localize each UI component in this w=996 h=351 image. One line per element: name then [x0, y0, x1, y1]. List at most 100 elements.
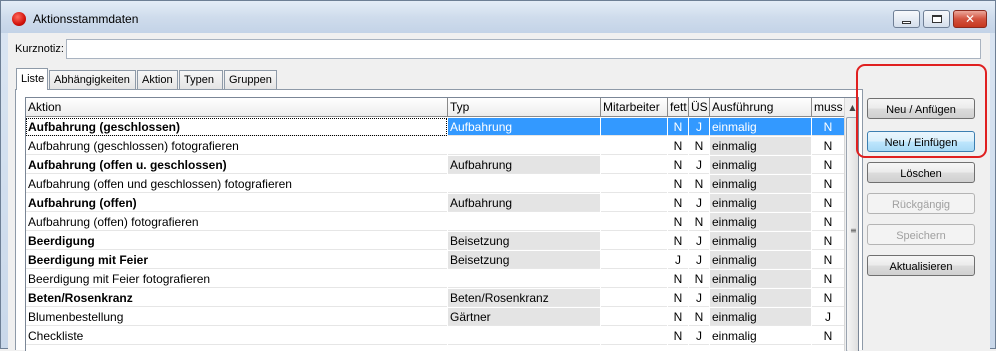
cell-muss[interactable]: N [812, 156, 844, 174]
cell-us[interactable]: J [689, 289, 709, 307]
cell-ausfuehrung[interactable]: einmalig [710, 232, 811, 250]
neu-einfuegen-button[interactable]: Neu / Einfügen [867, 131, 975, 152]
cell-fett[interactable]: N [668, 194, 688, 212]
cell-mitarbeiter[interactable] [601, 175, 667, 193]
cell-fett[interactable]: N [668, 137, 688, 155]
cell-mitarbeiter[interactable] [601, 118, 667, 136]
cell-us[interactable]: N [689, 137, 709, 155]
close-button[interactable]: ✕ [953, 10, 987, 28]
cell-typ[interactable] [448, 175, 600, 193]
cell-ausfuehrung[interactable]: einmalig [710, 213, 811, 231]
cell-fett[interactable]: N [668, 118, 688, 136]
loeschen-button[interactable]: Löschen [867, 162, 975, 183]
cell-mitarbeiter[interactable] [601, 251, 667, 269]
cell-muss[interactable]: N [812, 289, 844, 307]
col-header-muss[interactable]: muss [812, 98, 844, 117]
cell-us[interactable]: J [689, 327, 709, 345]
neu-anfuegen-button[interactable]: Neu / Anfügen [867, 98, 975, 119]
cell-aktion[interactable]: Aufbahrung (offen und geschlossen) fotog… [26, 175, 447, 193]
table-row[interactable]: Aufbahrung (geschlossen) fotografieren N N… [26, 137, 844, 156]
cell-aktion[interactable]: Aufbahrung (offen) [26, 194, 447, 212]
cell-muss[interactable]: N [812, 213, 844, 231]
table-row[interactable]: Aufbahrung (offen und geschlossen) fotog… [26, 175, 844, 194]
table-row[interactable]: Beerdigung Beisetzung N Jeinmalig N [26, 232, 844, 251]
cell-aktion[interactable]: Aufbahrung (offen u. geschlossen) [26, 156, 447, 174]
cell-typ[interactable]: Beisetzung [448, 232, 600, 250]
cell-typ[interactable]: Beten/Rosenkranz [448, 289, 600, 307]
cell-fett[interactable]: N [668, 289, 688, 307]
cell-typ[interactable]: Aufbahrung [448, 194, 600, 212]
cell-aktion[interactable]: Checkliste [26, 327, 447, 345]
col-header-ausfuehrung[interactable]: Ausführung [710, 98, 812, 117]
cell-us[interactable]: N [689, 213, 709, 231]
col-header-us[interactable]: ÜS [689, 98, 710, 117]
col-header-fett[interactable]: fett [668, 98, 689, 117]
cell-aktion[interactable]: Aufbahrung (geschlossen) fotografieren [26, 137, 447, 155]
table-row[interactable]: Beten/Rosenkranz Beten/Rosenkranz N Jeinmal… [26, 289, 844, 308]
cell-aktion[interactable]: Beerdigung [26, 232, 447, 250]
cell-typ[interactable]: Beisetzung [448, 251, 600, 269]
cell-ausfuehrung[interactable]: einmalig [710, 137, 811, 155]
cell-us[interactable]: J [689, 194, 709, 212]
tab-gruppen[interactable]: Gruppen [224, 70, 277, 89]
cell-ausfuehrung[interactable]: einmalig [710, 327, 811, 345]
maximize-button[interactable] [923, 10, 950, 28]
cell-ausfuehrung[interactable]: einmalig [710, 156, 811, 174]
table-row[interactable]: Aufbahrung (geschlossen) Aufbahrung N Jeinm… [26, 118, 844, 137]
cell-us[interactable]: J [689, 156, 709, 174]
cell-us[interactable]: J [689, 232, 709, 250]
cell-ausfuehrung[interactable]: einmalig [710, 289, 811, 307]
table-row[interactable]: Checkliste N Jeinmalig N [26, 327, 844, 346]
cell-typ[interactable]: Gärtner [448, 308, 600, 326]
cell-typ[interactable]: Aufbahrung [448, 156, 600, 174]
cell-fett[interactable]: J [668, 251, 688, 269]
col-header-aktion[interactable]: Aktion [26, 98, 448, 117]
cell-muss[interactable]: N [812, 327, 844, 345]
table-row[interactable]: Aufbahrung (offen) Aufbahrung N Jeinmalig N [26, 194, 844, 213]
cell-typ[interactable] [448, 270, 600, 288]
cell-muss[interactable]: N [812, 118, 844, 136]
table-row[interactable]: Aufbahrung (offen) fotografieren N Neinmal… [26, 213, 844, 232]
cell-fett[interactable]: N [668, 175, 688, 193]
cell-muss[interactable]: N [812, 137, 844, 155]
tab-typen[interactable]: Typen [179, 70, 223, 89]
cell-us[interactable]: N [689, 308, 709, 326]
cell-ausfuehrung[interactable]: einmalig [710, 118, 811, 136]
cell-muss[interactable]: J [812, 308, 844, 326]
cell-fett[interactable]: N [668, 232, 688, 250]
cell-mitarbeiter[interactable] [601, 194, 667, 212]
cell-typ[interactable] [448, 137, 600, 155]
cell-aktion[interactable]: Beerdigung mit Feier fotografieren [26, 270, 447, 288]
cell-mitarbeiter[interactable] [601, 232, 667, 250]
cell-aktion[interactable]: Blumenbestellung [26, 308, 447, 326]
cell-aktion[interactable]: Aufbahrung (offen) fotografieren [26, 213, 447, 231]
cell-ausfuehrung[interactable]: einmalig [710, 308, 811, 326]
cell-us[interactable]: J [689, 251, 709, 269]
cell-us[interactable]: N [689, 175, 709, 193]
cell-typ[interactable] [448, 213, 600, 231]
title-bar[interactable]: Aktionsstammdaten ✕ [1, 1, 995, 33]
cell-ausfuehrung[interactable]: einmalig [710, 270, 811, 288]
tab-liste[interactable]: Liste [16, 68, 48, 90]
col-header-typ[interactable]: Typ [448, 98, 601, 117]
cell-fett[interactable]: N [668, 308, 688, 326]
cell-mitarbeiter[interactable] [601, 270, 667, 288]
kurznotiz-input[interactable] [66, 39, 981, 59]
cell-mitarbeiter[interactable] [601, 289, 667, 307]
aktualisieren-button[interactable]: Aktualisieren [867, 255, 975, 276]
cell-typ[interactable]: Aufbahrung [448, 118, 600, 136]
minimize-button[interactable] [893, 10, 920, 28]
table-row[interactable]: Blumenbestellung Gärtner N Neinmalig J [26, 308, 844, 327]
cell-mitarbeiter[interactable] [601, 213, 667, 231]
cell-mitarbeiter[interactable] [601, 137, 667, 155]
cell-us[interactable]: N [689, 270, 709, 288]
aktion-grid[interactable]: Aktion Typ Mitarbeiter fett ÜS Ausführun… [25, 97, 859, 351]
cell-mitarbeiter[interactable] [601, 327, 667, 345]
table-row[interactable]: Beerdigung mit Feier fotografieren N Neinm… [26, 270, 844, 289]
col-header-mitarbeiter[interactable]: Mitarbeiter [601, 98, 668, 117]
cell-muss[interactable]: N [812, 251, 844, 269]
cell-mitarbeiter[interactable] [601, 156, 667, 174]
cell-muss[interactable]: N [812, 232, 844, 250]
cell-ausfuehrung[interactable]: einmalig [710, 251, 811, 269]
cell-typ[interactable] [448, 327, 600, 345]
